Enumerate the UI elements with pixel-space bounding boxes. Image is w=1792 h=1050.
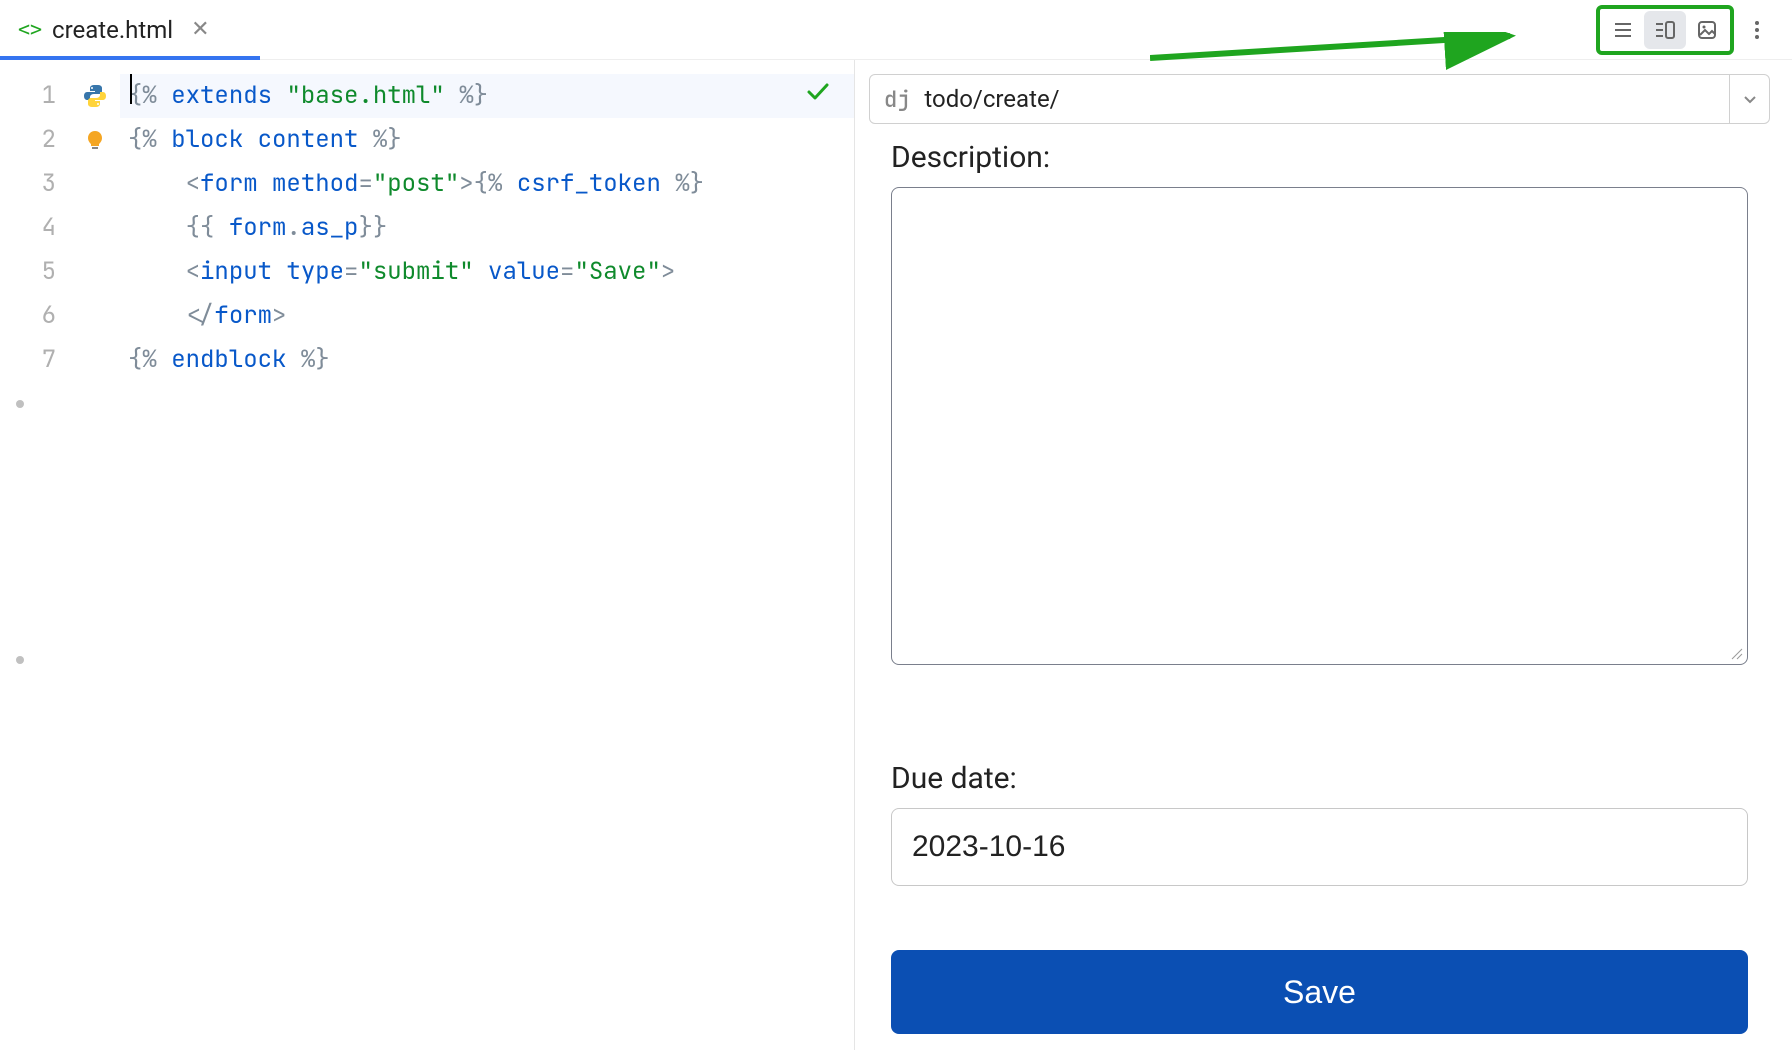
gutter-icons [70, 60, 120, 1050]
image-icon [1696, 19, 1718, 41]
kebab-icon [1754, 19, 1760, 41]
code-area[interactable]: {% extends "base.html" %} {% block conte… [120, 60, 854, 1050]
main-split: 1 2 3 4 5 6 7 [0, 60, 1792, 1050]
check-icon[interactable] [804, 78, 832, 114]
split-icon [1654, 19, 1676, 41]
code-line[interactable]: {% endblock %} [120, 338, 854, 382]
tab-filename: create.html [52, 16, 173, 44]
tab-create-html[interactable]: <> create.html ✕ [0, 0, 228, 59]
chevron-down-icon [1742, 91, 1758, 107]
preview-form: Description: Due date: Save [869, 124, 1770, 1034]
toolbar-right [1596, 5, 1792, 55]
url-prefix: dj [870, 85, 924, 114]
due-date-label: Due date: [891, 761, 1748, 796]
line-number[interactable]: 4 [0, 206, 70, 250]
preview-pane: dj todo/create/ Description: Due date: S… [855, 60, 1792, 1050]
view-preview-only-button[interactable] [1686, 11, 1728, 49]
view-mode-group [1596, 5, 1734, 55]
save-button[interactable]: Save [891, 950, 1748, 1034]
view-editor-only-button[interactable] [1602, 11, 1644, 49]
svg-text:<>: <> [18, 18, 42, 41]
bulb-icon[interactable] [70, 118, 120, 162]
close-icon[interactable]: ✕ [191, 17, 209, 42]
more-options-button[interactable] [1742, 11, 1772, 49]
text-cursor [130, 74, 132, 104]
due-date-input[interactable] [891, 808, 1748, 886]
html-file-icon: <> [18, 18, 42, 42]
line-number[interactable]: 1 [0, 74, 70, 118]
url-path[interactable]: todo/create/ [924, 85, 1729, 113]
line-number[interactable]: 5 [0, 250, 70, 294]
description-label: Description: [891, 140, 1748, 175]
code-line[interactable]: {% block content %} [120, 118, 854, 162]
line-number[interactable]: 2 [0, 118, 70, 162]
lines-icon [1612, 19, 1634, 41]
url-dropdown-button[interactable] [1729, 75, 1769, 123]
breakpoint-dot[interactable] [16, 656, 24, 664]
code-line[interactable]: </form> [120, 294, 854, 338]
code-line[interactable]: <input type="submit" value="Save"> [120, 250, 854, 294]
code-line[interactable]: <form method="post">{% csrf_token %} [120, 162, 854, 206]
python-icon[interactable] [70, 74, 120, 118]
resize-handle-icon[interactable] [1730, 647, 1744, 661]
line-number-gutter: 1 2 3 4 5 6 7 [0, 60, 70, 1050]
url-bar[interactable]: dj todo/create/ [869, 74, 1770, 124]
tab-bar: <> create.html ✕ [0, 0, 1792, 60]
view-split-button[interactable] [1644, 11, 1686, 49]
code-line[interactable]: {{ form.as_p}} [120, 206, 854, 250]
line-number[interactable]: 7 [0, 338, 70, 382]
breakpoint-dot[interactable] [16, 400, 24, 408]
description-textarea[interactable] [891, 187, 1748, 665]
line-number[interactable]: 6 [0, 294, 70, 338]
code-line[interactable]: {% extends "base.html" %} [120, 74, 854, 118]
editor-pane: 1 2 3 4 5 6 7 [0, 60, 855, 1050]
line-number[interactable]: 3 [0, 162, 70, 206]
